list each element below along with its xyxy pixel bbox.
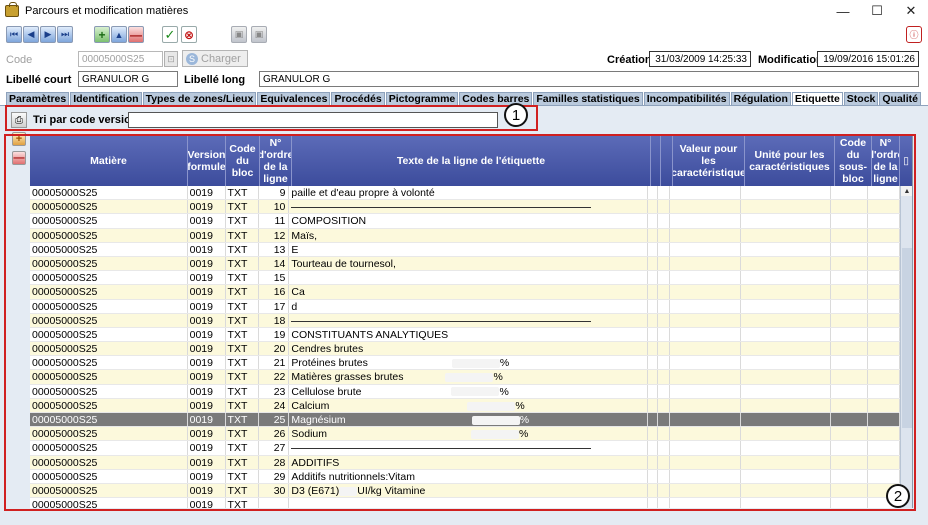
libelle-court-label: Libellé court (6, 74, 72, 86)
previous-record-button[interactable]: ◀ (23, 26, 39, 43)
charger-label: Charger (201, 52, 241, 65)
code-label: Code (6, 54, 33, 66)
cancel-button[interactable]: ⊗ (181, 26, 197, 43)
modification-date-field: 19/09/2016 15:01:26 (817, 51, 919, 67)
tab-identification[interactable]: Identification (70, 92, 142, 106)
tab-types-de-zones-lieux[interactable]: Types de zones/Lieux (142, 92, 257, 106)
move-up-button[interactable]: ▲ (111, 26, 127, 43)
tab-pictogramme[interactable]: Pictogramme (385, 92, 459, 106)
status-strip (0, 513, 928, 525)
add-record-button[interactable]: + (94, 26, 110, 43)
delete-record-button[interactable]: — (128, 26, 144, 43)
libelle-court-field[interactable]: GRANULOR G (78, 71, 178, 87)
tab-stock[interactable]: Stock (843, 92, 879, 106)
title-bar: Parcours et modification matières — ☐ ✕ (0, 0, 928, 22)
reload-icon: S (186, 52, 198, 65)
tab-qualite[interactable]: Qualité (879, 92, 921, 106)
tab-etiquette[interactable]: Etiquette (791, 92, 843, 106)
tab-regulation[interactable]: Régulation (730, 92, 791, 106)
tab-incompatibilites[interactable]: Incompatibilités (643, 92, 730, 106)
code-field[interactable]: 00005000S25 (78, 51, 163, 67)
creation-label: Création (607, 54, 652, 66)
copy-button[interactable]: ▣ (231, 26, 247, 43)
charger-button[interactable]: S Charger (182, 50, 248, 67)
creation-date-field: 31/03/2009 14:25:33 (649, 51, 751, 67)
last-record-button[interactable]: ⏭ (57, 26, 73, 43)
tab-parametres[interactable]: Paramètres (6, 92, 70, 106)
validate-button[interactable]: ✓ (162, 26, 178, 43)
highlight-box-1 (5, 105, 538, 131)
first-record-button[interactable]: ⏮ (6, 26, 22, 43)
code-lookup-button[interactable]: ⊡ (164, 51, 178, 67)
tab-bar: Paramètres Identification Types de zones/L… (6, 92, 922, 106)
toolbar: ⏮ ◀ ▶ ⏭ + ▲ — ✓ ⊗ ▣ ▣ ⓘ (0, 25, 928, 47)
libelle-long-field[interactable]: GRANULOR G (259, 71, 919, 87)
paste-button[interactable]: ▣ (251, 26, 267, 43)
tab-procedes[interactable]: Procédés (331, 92, 385, 106)
next-record-button[interactable]: ▶ (40, 26, 56, 43)
window-title: Parcours et modification matières (25, 5, 189, 17)
tab-familles-statistiques[interactable]: Familles statistiques (533, 92, 643, 106)
callout-2: 2 (886, 484, 910, 508)
modification-label: Modification (758, 54, 823, 66)
minimize-button[interactable]: — (826, 0, 860, 22)
highlight-box-2 (4, 134, 916, 511)
tab-equivalences[interactable]: Equivalences (257, 92, 331, 106)
maximize-button[interactable]: ☐ (860, 0, 894, 22)
libelle-long-label: Libellé long (184, 74, 246, 86)
callout-1: 1 (504, 103, 528, 127)
app-basket-icon (5, 2, 19, 17)
close-button[interactable]: ✕ (894, 0, 928, 22)
help-icon[interactable]: ⓘ (906, 26, 922, 43)
